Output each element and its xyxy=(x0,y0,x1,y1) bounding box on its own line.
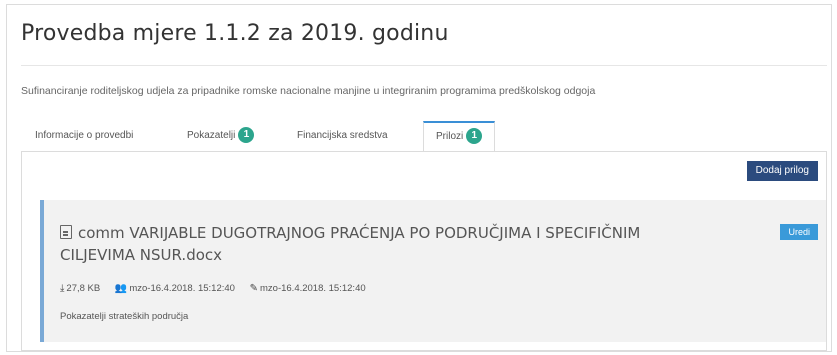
count-badge: 1 xyxy=(466,128,483,145)
tab-bar: Informacije o provedbi Pokazatelji 1 Fina… xyxy=(21,121,827,152)
uploaded-by-item: 👥 mzo-16.4.2018. 15:12:40 xyxy=(115,283,238,294)
tab-prilozi[interactable]: Prilozi 1 xyxy=(423,121,496,152)
edited-by: mzo-16.4.2018. 15:12:40 xyxy=(260,283,366,294)
page-frame: Provedba mjere 1.1.2 za 2019. godinu Suf… xyxy=(6,4,832,352)
attachment-filename: comm VARIJABLE DUGOTRAJNOG PRAĆENJA PO P… xyxy=(60,224,641,264)
page-subtitle: Sufinanciranje roditeljskog udjela za pr… xyxy=(21,85,596,97)
title-divider xyxy=(21,65,827,66)
attachment-meta: ⤓ 27,8 KB 👥 mzo-16.4.2018. 15:12:40 ✎ mzo-1… xyxy=(60,283,378,294)
file-size-item: ⤓ 27,8 KB xyxy=(60,283,103,294)
tab-financijska-sredstva[interactable]: Financijska sredstva xyxy=(297,121,388,151)
attachment-description: Pokazatelji strateških područja xyxy=(60,311,189,322)
users-icon: 👥 xyxy=(114,283,128,294)
attachment-card: comm VARIJABLE DUGOTRAJNOG PRAĆENJA PO P… xyxy=(40,200,826,342)
pencil-icon: ✎ xyxy=(249,283,258,294)
file-size: 27,8 KB xyxy=(66,283,101,294)
download-icon: ⤓ xyxy=(60,283,65,294)
tab-label: Informacije o provedbi xyxy=(35,130,134,141)
edited-by-item: ✎ mzo-16.4.2018. 15:12:40 xyxy=(250,283,366,294)
uploaded-by: mzo-16.4.2018. 15:12:40 xyxy=(129,283,235,294)
add-attachment-button[interactable]: Dodaj prilog xyxy=(746,161,818,181)
tab-informacije-o-provedbi[interactable]: Informacije o provedbi xyxy=(35,121,133,151)
tab-pokazatelji[interactable]: Pokazatelji 1 xyxy=(187,121,255,151)
document-icon xyxy=(60,225,72,239)
tab-label: Pokazatelji xyxy=(187,130,236,141)
tab-label: Financijska sredstva xyxy=(297,130,388,141)
edit-attachment-button[interactable]: Uredi xyxy=(780,224,818,240)
attachment-file-link[interactable]: comm VARIJABLE DUGOTRAJNOG PRAĆENJA PO P… xyxy=(60,222,700,266)
count-badge: 1 xyxy=(238,127,255,144)
attachments-panel: Dodaj prilog comm VARIJABLE DUGOTRAJNOG … xyxy=(21,151,827,351)
tab-label: Prilozi xyxy=(436,131,464,142)
page-title: Provedba mjere 1.1.2 za 2019. godinu xyxy=(21,21,449,46)
